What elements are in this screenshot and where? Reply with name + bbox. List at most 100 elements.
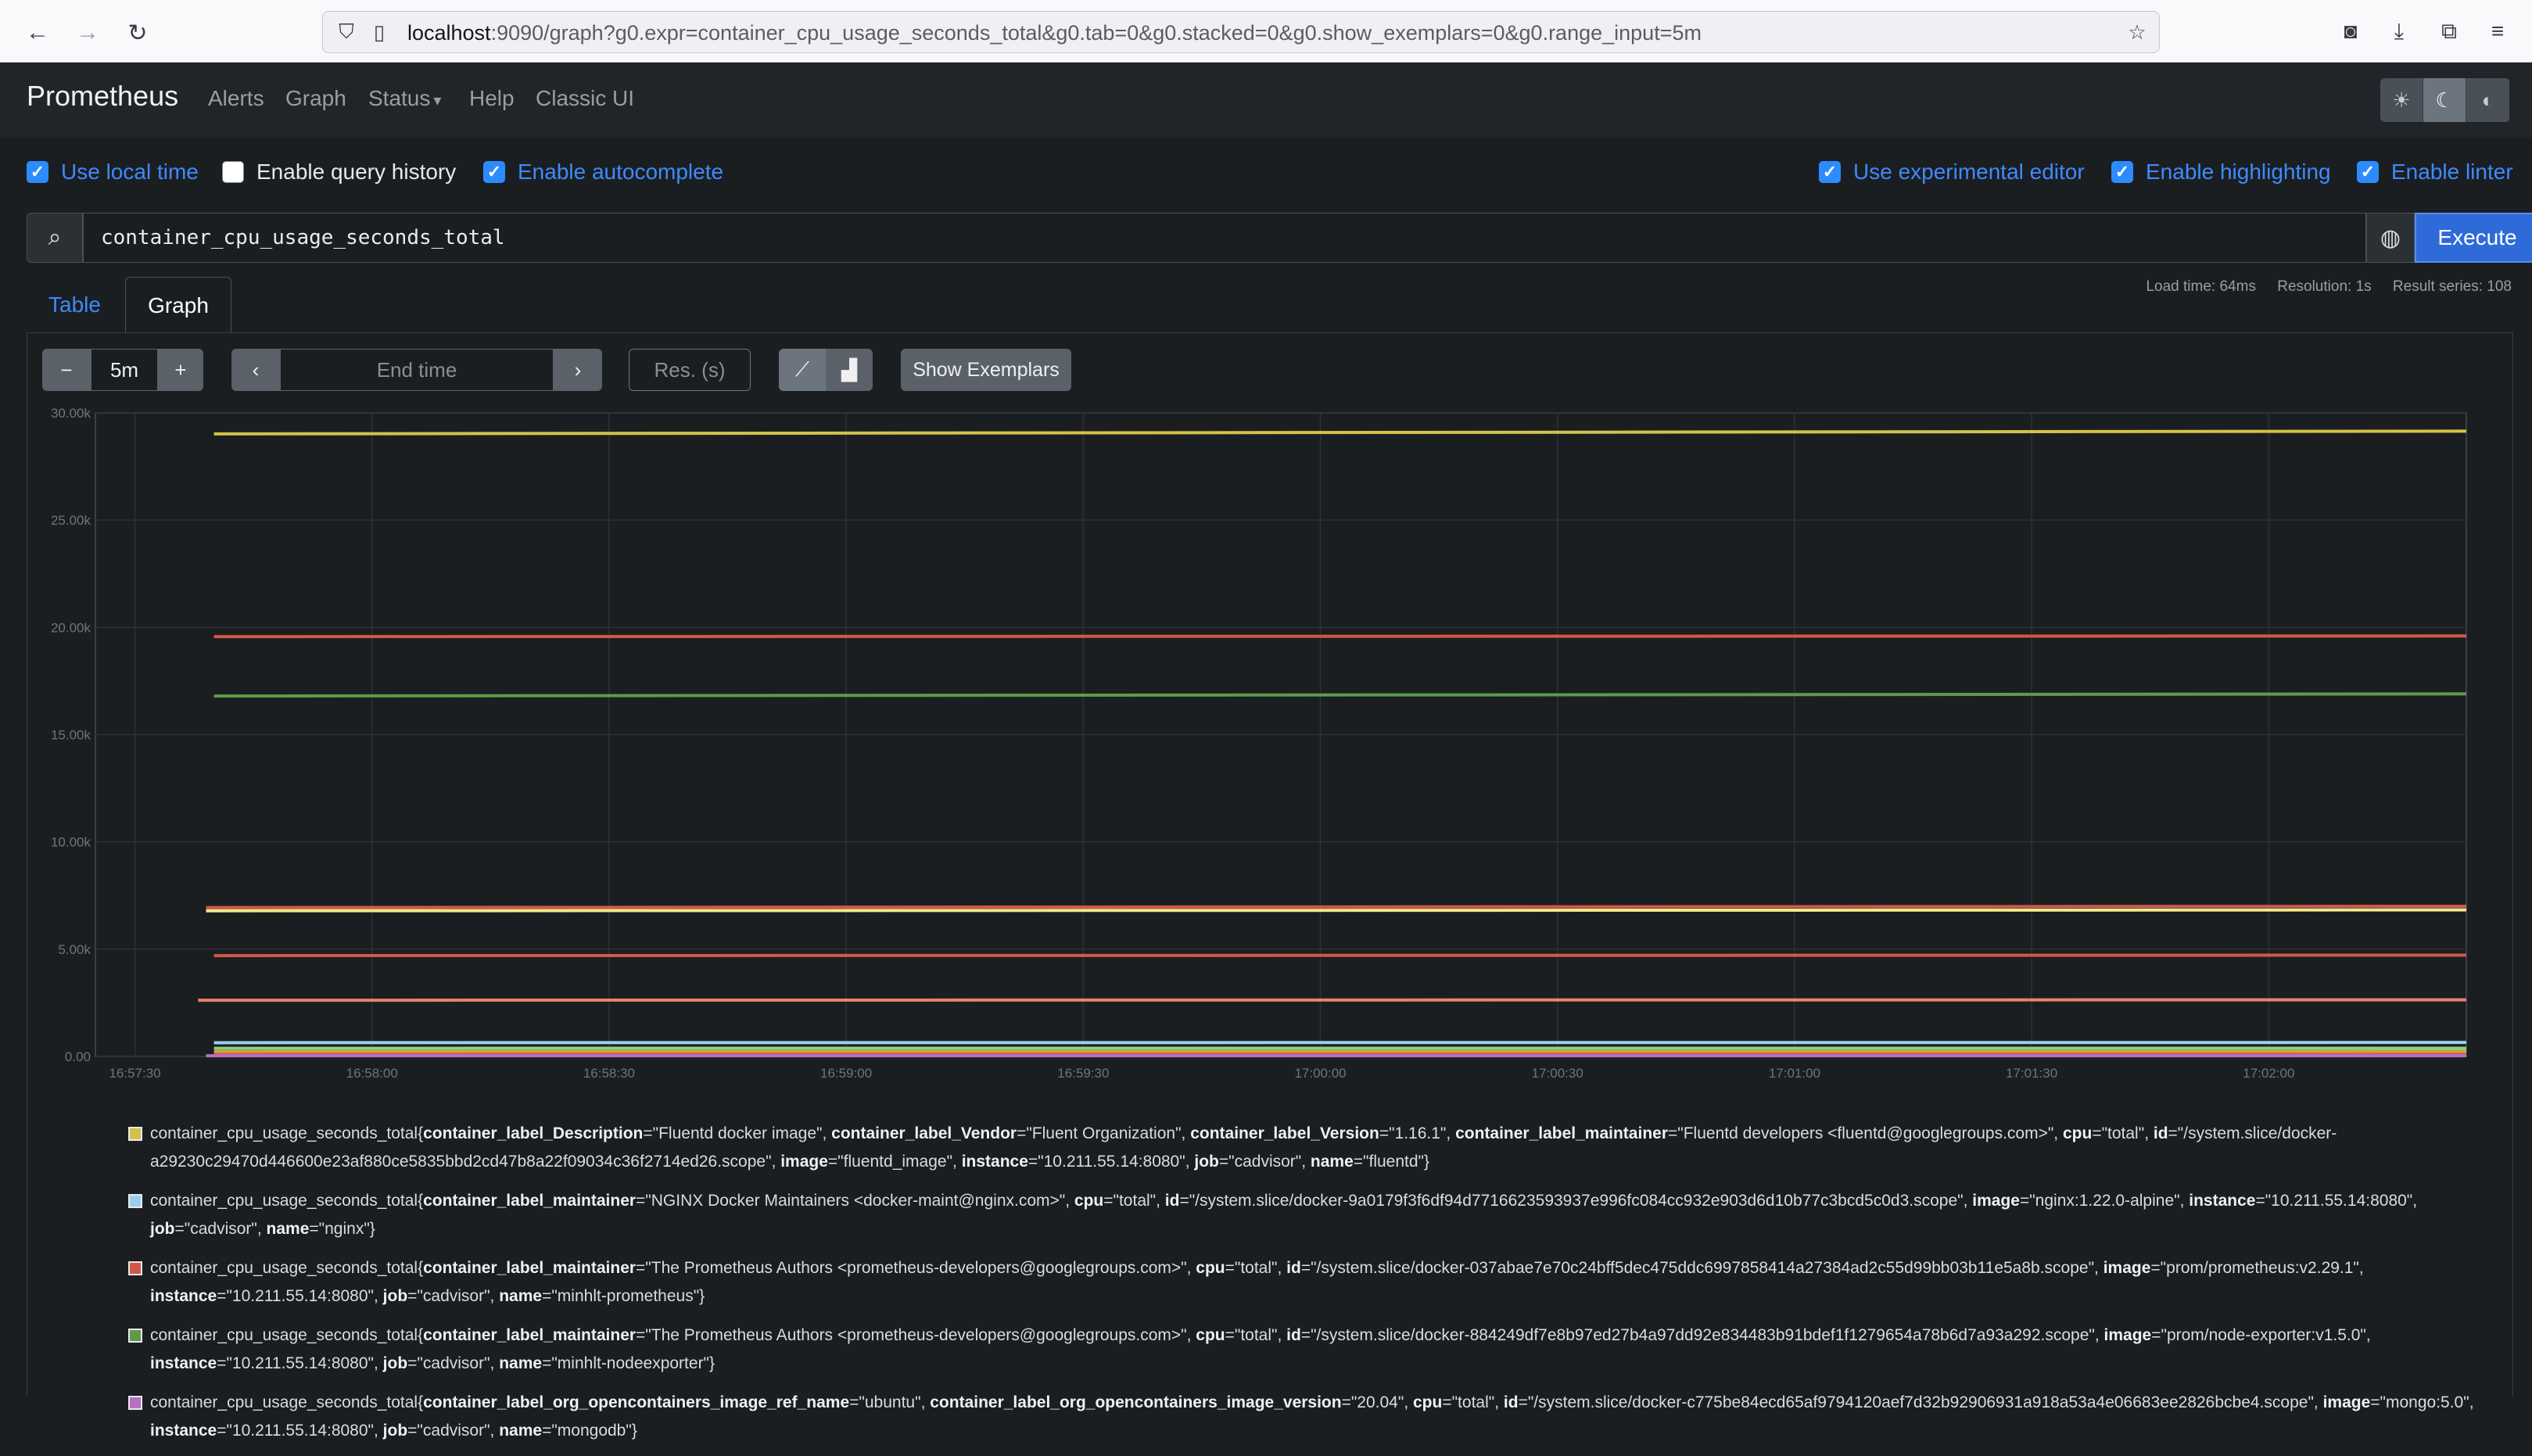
legend-text: container_cpu_usage_seconds_total{contai… (150, 1192, 2417, 1238)
legend-label-key: cpu (1074, 1192, 1103, 1210)
legend-swatch (128, 1127, 142, 1141)
x-tick-label: 17:01:30 (2006, 1066, 2057, 1081)
legend-label-key: container_label_maintainer (423, 1259, 636, 1277)
legend-label-value: ="mongodb" (542, 1422, 632, 1440)
legend-metric: container_cpu_usage_seconds_total (150, 1192, 418, 1210)
legend-label-value: ="1.16.1" (1379, 1124, 1447, 1142)
legend-swatch (128, 1396, 142, 1410)
legend-label-key: container_label_Description (423, 1124, 643, 1142)
legend-label-key: cpu (1196, 1259, 1225, 1277)
legend-label-key: cpu (2063, 1124, 2092, 1142)
x-tick-label: 17:02:00 (2243, 1066, 2294, 1081)
legend-label-key: name (499, 1354, 542, 1372)
x-tick-label: 17:00:30 (1532, 1066, 1583, 1081)
legend-label-value: ="10.211.55.14:8080" (2255, 1192, 2412, 1210)
legend-label-key: image (2323, 1393, 2371, 1411)
legend-label-value: ="nginx:1.22.0-alpine" (2020, 1192, 2180, 1210)
legend-metric: container_cpu_usage_seconds_total (150, 1259, 418, 1277)
legend-label-key: image (2104, 1326, 2152, 1344)
y-axis: 0.005.00k10.00k15.00k20.00k25.00k30.00k (51, 406, 91, 1064)
series-line-1[interactable] (214, 636, 2466, 637)
legend-label-key: container_label_maintainer (423, 1192, 636, 1210)
series-line-3[interactable] (206, 906, 2466, 908)
legend-label-value: ="10.211.55.14:8080" (217, 1287, 374, 1305)
x-tick-label: 16:59:00 (820, 1066, 872, 1081)
y-tick-label: 15.00k (51, 728, 91, 743)
legend-metric: container_cpu_usage_seconds_total (150, 1124, 418, 1142)
legend-label-value: ="/system.slice/docker-884249df7e8b97ed2… (1301, 1326, 2095, 1344)
legend-swatch (128, 1261, 142, 1275)
legend-label-key: job (383, 1422, 408, 1440)
x-tick-label: 17:00:00 (1294, 1066, 1346, 1081)
legend-label-key: job (150, 1220, 175, 1238)
legend-swatch (128, 1194, 142, 1208)
legend-label-key: image (1972, 1192, 2020, 1210)
x-tick-label: 16:58:30 (583, 1066, 635, 1081)
legend-label-key: container_label_Version (1190, 1124, 1379, 1142)
legend-swatch (128, 1329, 142, 1343)
legend-label-key: image (2103, 1259, 2151, 1277)
legend-label-value: ="cadvisor" (1219, 1153, 1301, 1171)
x-tick-label: 17:01:00 (1769, 1066, 1820, 1081)
legend-item[interactable]: container_cpu_usage_seconds_total{contai… (128, 1120, 2474, 1176)
x-tick-label: 16:57:30 (109, 1066, 160, 1081)
legend-label-key: container_label_org_opencontainers_image… (423, 1393, 849, 1411)
legend-label-value: ="10.211.55.14:8080" (217, 1422, 374, 1440)
legend-label-value: ="cadvisor" (407, 1287, 490, 1305)
legend-label-key: job (383, 1287, 408, 1305)
legend-item[interactable]: container_cpu_usage_seconds_total{contai… (128, 1187, 2474, 1243)
legend-label-key: cpu (1196, 1326, 1225, 1344)
legend-label-key: name (499, 1287, 542, 1305)
y-tick-label: 0.00 (65, 1049, 91, 1064)
legend: container_cpu_usage_seconds_total{contai… (128, 1120, 2474, 1456)
series-line-2[interactable] (214, 694, 2466, 696)
series-line-4[interactable] (206, 910, 2466, 911)
series-lines (198, 431, 2466, 1056)
legend-text: container_cpu_usage_seconds_total{contai… (150, 1326, 2371, 1372)
legend-label-value: ="Fluentd docker image" (643, 1124, 822, 1142)
legend-item[interactable]: container_cpu_usage_seconds_total{contai… (128, 1322, 2474, 1378)
legend-label-key: instance (2189, 1192, 2255, 1210)
legend-text: container_cpu_usage_seconds_total{contai… (150, 1259, 2364, 1305)
legend-label-value: ="total" (1225, 1326, 1278, 1344)
legend-label-value: ="ubuntu" (849, 1393, 920, 1411)
y-tick-label: 20.00k (51, 620, 91, 635)
legend-label-value: ="total" (2092, 1124, 2144, 1142)
legend-label-value: ="cadvisor" (175, 1220, 257, 1238)
graph-chart[interactable]: 0.005.00k10.00k15.00k20.00k25.00k30.00k … (0, 0, 2532, 1110)
legend-label-value: ="prom/node-exporter:v1.5.0" (2151, 1326, 2366, 1344)
y-tick-label: 5.00k (58, 942, 91, 957)
legend-label-value: ="total" (1225, 1259, 1278, 1277)
legend-label-key: job (1194, 1153, 1219, 1171)
legend-text: container_cpu_usage_seconds_total{contai… (150, 1124, 2337, 1171)
legend-label-key: container_label_Vendor (831, 1124, 1017, 1142)
legend-label-value: ="Fluentd developers <fluentd@googlegrou… (1668, 1124, 2053, 1142)
legend-label-value: ="cadvisor" (407, 1422, 490, 1440)
legend-item[interactable]: container_cpu_usage_seconds_total{contai… (128, 1254, 2474, 1311)
y-tick-label: 30.00k (51, 406, 91, 421)
legend-label-key: cpu (1413, 1393, 1442, 1411)
legend-label-key: name (1311, 1153, 1354, 1171)
legend-label-value: ="minhlt-nodeexporter" (542, 1354, 709, 1372)
legend-label-value: ="nginx" (309, 1220, 369, 1238)
legend-label-value: ="NGINX Docker Maintainers <docker-maint… (636, 1192, 1065, 1210)
legend-item[interactable]: container_cpu_usage_seconds_total{contai… (128, 1389, 2474, 1445)
x-tick-label: 16:58:00 (346, 1066, 398, 1081)
legend-text: container_cpu_usage_seconds_total{contai… (150, 1393, 2474, 1440)
legend-label-key: id (1165, 1192, 1180, 1210)
legend-label-key: container_label_maintainer (1455, 1124, 1668, 1142)
grid-lines (95, 413, 2466, 1056)
legend-label-value: ="cadvisor" (407, 1354, 490, 1372)
series-line-0[interactable] (214, 431, 2466, 434)
legend-label-value: ="/system.slice/docker-9a0179f3f6df94d77… (1179, 1192, 1963, 1210)
series-line-6[interactable] (198, 1000, 2466, 1001)
legend-label-key: id (1504, 1393, 1519, 1411)
legend-label-value: ="/system.slice/docker-c775be84ecd65af97… (1519, 1393, 2314, 1411)
legend-label-value: ="/system.slice/docker-037abae7e70c24bff… (1301, 1259, 2094, 1277)
legend-label-value: ="total" (1103, 1192, 1156, 1210)
legend-label-value: ="mongo:5.0" (2370, 1393, 2469, 1411)
legend-label-key: instance (150, 1422, 217, 1440)
legend-label-key: job (383, 1354, 408, 1372)
x-axis: 16:57:3016:58:0016:58:3016:59:0016:59:30… (109, 1066, 2294, 1081)
legend-label-value: ="10.211.55.14:8080" (217, 1354, 374, 1372)
